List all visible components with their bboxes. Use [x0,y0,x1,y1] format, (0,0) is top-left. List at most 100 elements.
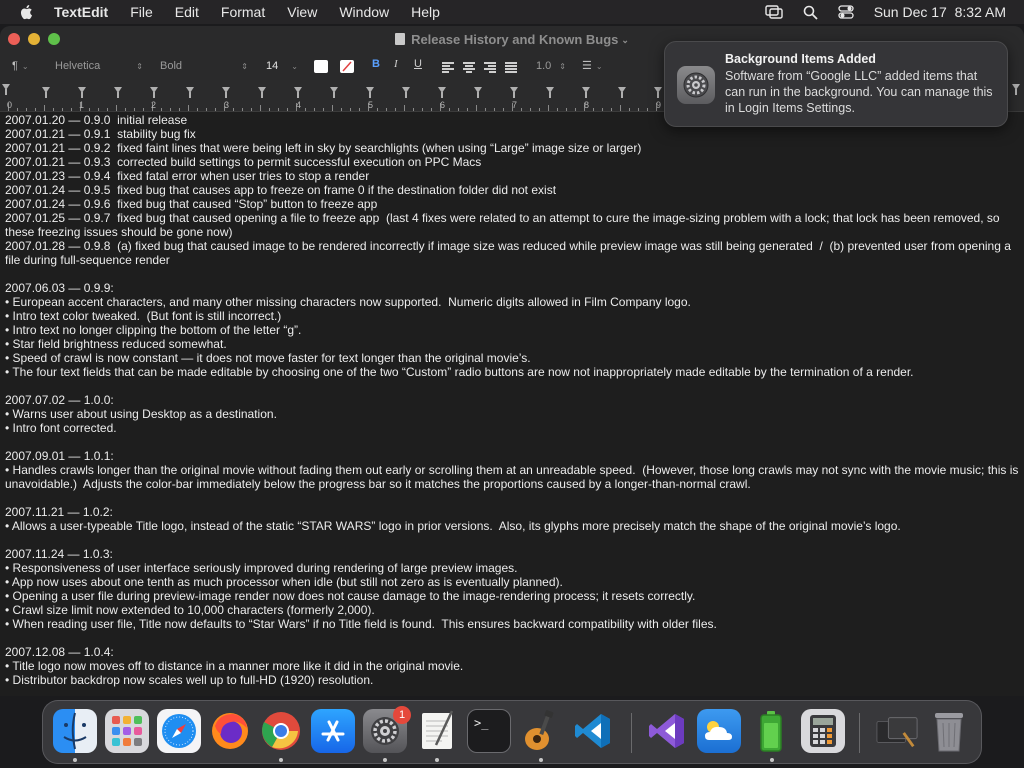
blank-line[interactable] [5,491,1020,505]
tab-stop-marker[interactable] [402,87,410,98]
document-text-area[interactable]: 2007.01.20 — 0.9.0 initial release 2007.0… [0,113,1024,696]
document-line[interactable]: • Title logo now moves off to distance i… [5,659,1020,673]
text-color-well[interactable] [314,60,328,73]
align-center-icon[interactable] [463,62,475,73]
spotlight-search-icon[interactable] [803,5,818,20]
tab-stop-marker[interactable] [510,87,518,98]
align-right-icon[interactable] [484,62,496,73]
dock-safari-icon[interactable] [157,709,201,753]
first-line-indent-marker[interactable] [2,84,10,95]
menu-view[interactable]: View [287,4,317,20]
align-left-icon[interactable] [442,62,454,73]
blank-line[interactable] [5,379,1020,393]
menu-file[interactable]: File [130,4,153,20]
document-line[interactable]: • The four text fields that can be made … [5,365,1020,379]
dock-garageband-icon[interactable] [518,709,562,753]
document-line[interactable]: 2007.01.24 — 0.9.6 fixed bug that caused… [5,197,1020,211]
dock-downloads-stack-icon[interactable] [875,709,919,753]
dock-visual-studio-code-icon[interactable] [571,709,615,753]
dock-trash-icon[interactable] [927,709,971,753]
blank-line[interactable] [5,267,1020,281]
dock-chrome-icon[interactable] [259,709,303,753]
menubar-clock[interactable]: Sun Dec 17 8:32 AM [874,4,1006,20]
document-line[interactable]: • When reading user file, Title now defa… [5,617,1020,631]
document-line[interactable]: • Speed of crawl is now constant — it do… [5,351,1020,365]
menu-edit[interactable]: Edit [175,4,199,20]
tab-stop-marker[interactable] [186,87,194,98]
document-line[interactable]: • Distributor backdrop now scales well u… [5,673,1020,687]
underline-button[interactable]: U [414,58,422,70]
bold-button[interactable]: B [372,58,380,70]
document-line[interactable]: • Responsiveness of user interface serio… [5,561,1020,575]
document-line[interactable]: 2007.01.28 — 0.9.8 (a) fixed bug that ca… [5,239,1020,267]
tab-stop-marker[interactable] [222,87,230,98]
blank-line[interactable] [5,631,1020,645]
document-line[interactable]: 2007.11.24 — 1.0.3: [5,547,1020,561]
font-size-combo[interactable]: 14 ⌄ [262,58,300,75]
document-line[interactable]: • App now uses about one tenth as much p… [5,575,1020,589]
document-line[interactable]: 2007.01.25 — 0.9.7 fixed bug that caused… [5,211,1020,239]
tab-stop-marker[interactable] [618,87,626,98]
document-line[interactable]: • Opening a user file during preview-ima… [5,589,1020,603]
document-line[interactable]: 2007.01.21 — 0.9.3 corrected build setti… [5,155,1020,169]
document-line[interactable]: • European accent characters, and many o… [5,295,1020,309]
vertical-scrollbar[interactable] [1018,113,1024,683]
tab-stop-marker[interactable] [114,87,122,98]
dock-firefox-icon[interactable] [208,709,252,753]
list-bullets-popup[interactable]: ☰ ⌄ [582,58,603,75]
document-line[interactable]: • Allows a user-typeable Title logo, ins… [5,519,1020,533]
blank-line[interactable] [5,533,1020,547]
dock-visual-studio-icon[interactable] [645,709,689,753]
dock-battery-icon[interactable] [749,709,793,753]
tab-stop-marker[interactable] [330,87,338,98]
document-line[interactable]: 2007.01.23 — 0.9.4 fixed fatal error whe… [5,169,1020,183]
line-spacing-popup[interactable]: 1.0 ⇕ [530,58,568,75]
blank-line[interactable] [5,435,1020,449]
tab-stop-marker[interactable] [366,87,374,98]
menu-window[interactable]: Window [339,4,389,20]
tab-stop-marker[interactable] [438,87,446,98]
document-line[interactable]: • Star field brightness reduced somewhat… [5,337,1020,351]
background-color-well[interactable] [340,60,354,73]
document-line[interactable]: 2007.12.08 — 1.0.4: [5,645,1020,659]
document-line[interactable]: 2007.09.01 — 1.0.1: [5,449,1020,463]
document-line[interactable]: 2007.01.21 — 0.9.2 fixed faint lines tha… [5,141,1020,155]
document-line[interactable]: 2007.11.21 — 1.0.2: [5,505,1020,519]
tab-stop-marker[interactable] [42,87,50,98]
tab-stop-marker[interactable] [78,87,86,98]
document-line[interactable]: • Intro text no longer clipping the bott… [5,323,1020,337]
tab-stop-marker[interactable] [474,87,482,98]
document-line[interactable]: • Crawl size limit now extended to 10,00… [5,603,1020,617]
document-line[interactable]: 2007.01.21 — 0.9.1 stability bug fix [5,127,1020,141]
screen-mirroring-icon[interactable] [764,5,783,19]
tab-stop-marker[interactable] [258,87,266,98]
dock-terminal-icon[interactable]: >_ [467,709,511,753]
dock-textedit-icon[interactable] [415,709,459,753]
font-style-popup[interactable]: Bold ⇕ [155,58,250,75]
font-family-popup[interactable]: Helvetica ⇕ [50,58,145,75]
tab-stop-marker[interactable] [582,87,590,98]
notification-banner[interactable]: Background Items Added Software from “Go… [664,41,1008,127]
document-line[interactable]: 2007.06.03 — 0.9.9: [5,281,1020,295]
tab-stop-marker[interactable] [150,87,158,98]
dock-launchpad-icon[interactable] [105,709,149,753]
italic-button[interactable]: I [394,58,398,70]
document-line[interactable]: 2007.01.24 — 0.9.5 fixed bug that causes… [5,183,1020,197]
menu-format[interactable]: Format [221,4,265,20]
tab-stop-marker[interactable] [654,87,662,98]
menu-help[interactable]: Help [411,4,440,20]
dock-app-store-icon[interactable] [311,709,355,753]
paragraph-style-popup[interactable]: ¶ ⌄ [12,58,29,75]
document-line[interactable]: • Intro text color tweaked. (But font is… [5,309,1020,323]
dock-weather-icon[interactable] [697,709,741,753]
document-line[interactable]: 2007.07.02 — 1.0.0: [5,393,1020,407]
apple-menu-icon[interactable] [19,4,35,20]
document-line[interactable]: • Handles crawls longer than the origina… [5,463,1020,491]
dock-finder-icon[interactable] [53,709,97,753]
menu-app-name[interactable]: TextEdit [54,4,108,20]
dock-calculator-icon[interactable] [801,709,845,753]
control-center-icon[interactable] [838,5,854,19]
document-line[interactable]: • Intro font corrected. [5,421,1020,435]
align-justify-icon[interactable] [505,62,517,73]
document-line[interactable]: • Warns user about using Desktop as a de… [5,407,1020,421]
